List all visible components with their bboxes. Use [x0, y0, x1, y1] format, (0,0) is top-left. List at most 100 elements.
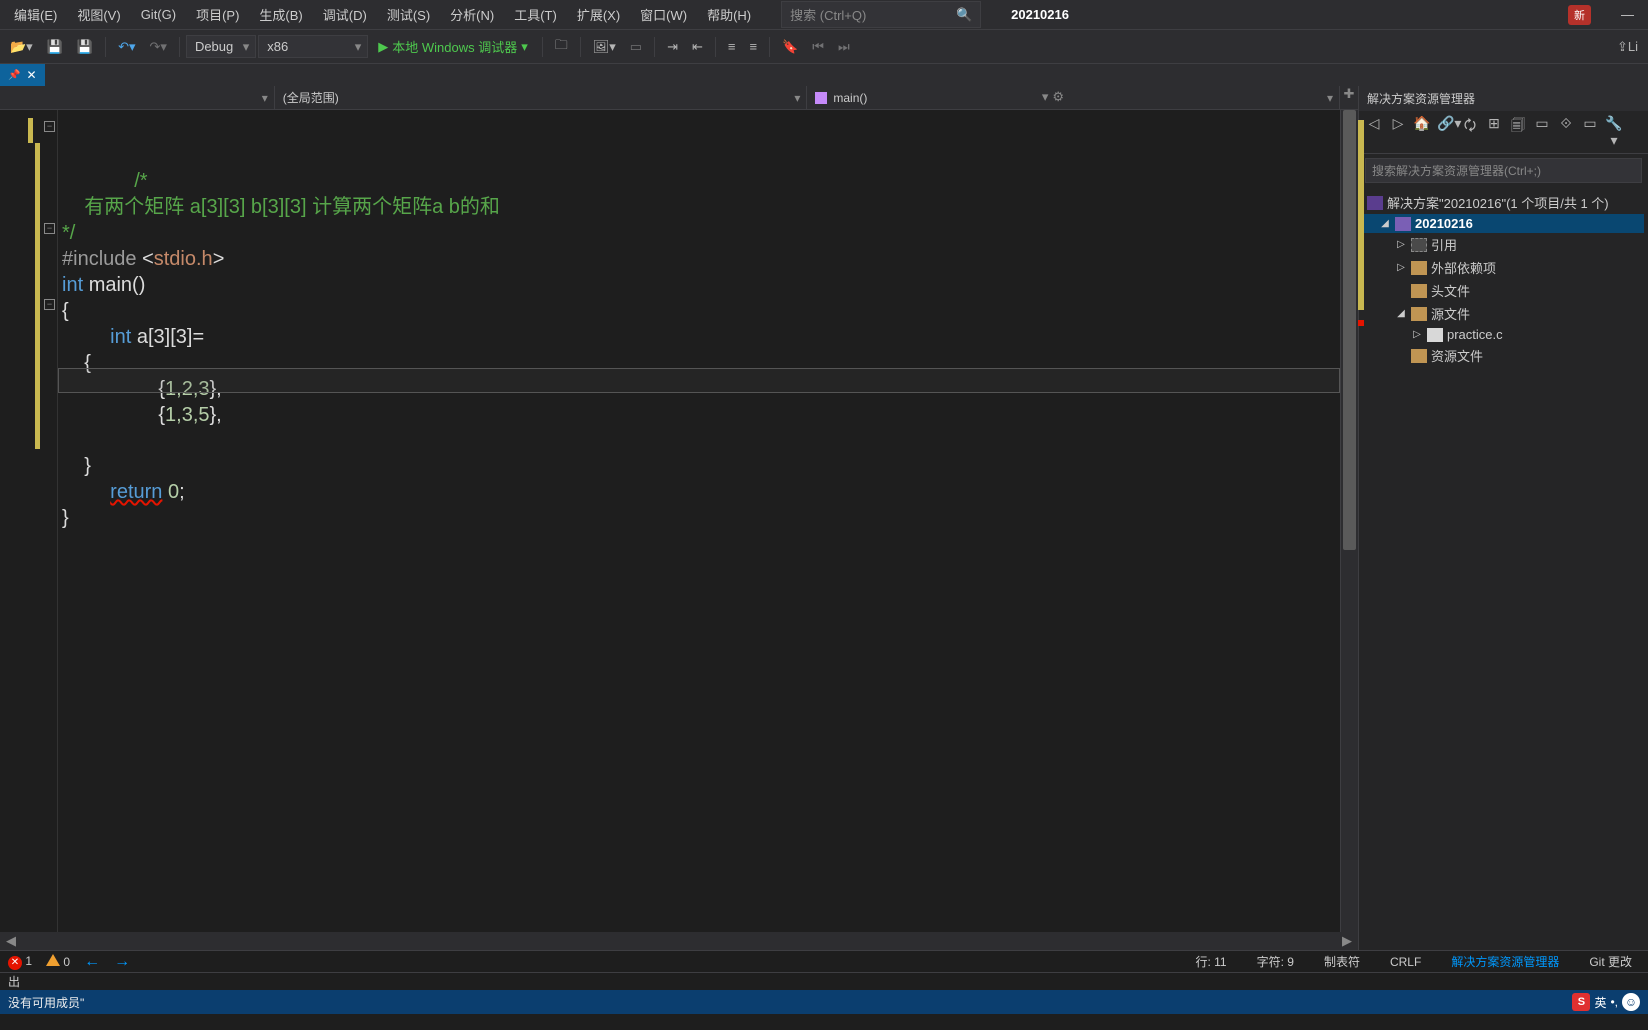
char-indicator[interactable]: 字符: 9 — [1249, 953, 1302, 970]
preview-icon[interactable]: ▭ — [1581, 115, 1599, 149]
solution-label: 解决方案"20210216"(1 个项目/共 1 个) — [1387, 193, 1609, 212]
prev-bookmark-button[interactable]: ⏮ — [806, 35, 830, 59]
fold-toggle[interactable]: − — [44, 299, 55, 310]
folder-icon — [1411, 349, 1427, 363]
ime-punct: •, — [1610, 995, 1618, 1009]
fold-toggle[interactable]: − — [44, 223, 55, 234]
menu-git[interactable]: Git(G) — [131, 3, 186, 26]
output-panel-header[interactable]: 出 — [0, 972, 1648, 990]
platform-combo[interactable]: x86 — [258, 35, 368, 58]
source-file-item[interactable]: ▷ practice.c — [1363, 325, 1644, 344]
nav-forward-button[interactable]: → — [114, 953, 130, 971]
project-node[interactable]: ◢ 20210216 — [1363, 214, 1644, 233]
lineending-indicator[interactable]: CRLF — [1382, 955, 1429, 969]
bookmark-button[interactable]: 🔖 — [776, 35, 804, 59]
header-files-node[interactable]: ▷ 头文件 — [1363, 279, 1644, 302]
node-label: 外部依赖项 — [1431, 258, 1496, 277]
menu-project[interactable]: 项目(P) — [186, 1, 249, 28]
configuration-combo[interactable]: Debug — [186, 35, 256, 58]
code-editor[interactable]: /* 有两个矩阵 a[3][3] b[3][3] 计算两个矩阵a b的和 */ … — [58, 110, 1340, 932]
collapse-icon[interactable]: ▭ — [1533, 115, 1551, 149]
minimize-icon[interactable]: — — [1621, 7, 1634, 22]
menu-test[interactable]: 测试(S) — [377, 1, 440, 28]
change-marker — [28, 118, 33, 143]
nav-member-combo[interactable]: main() — [807, 86, 1340, 109]
external-deps-node[interactable]: ▷ 外部依赖项 — [1363, 256, 1644, 279]
next-bookmark-button[interactable]: ⏭ — [832, 35, 856, 59]
menu-help[interactable]: 帮助(H) — [697, 1, 761, 28]
start-debug-button[interactable]: ▶ 本地 Windows 调试器 ▾ — [370, 34, 536, 59]
project-label: 20210216 — [1415, 216, 1473, 231]
refresh-icon[interactable]: 🗘 — [1461, 115, 1479, 149]
resource-files-node[interactable]: ▷ 资源文件 — [1363, 344, 1644, 367]
file-tab-active[interactable]: 📌 ✕ — [0, 64, 45, 86]
navigation-bar: (全局范围) main() ✚ — [0, 86, 1358, 110]
tool-btn-1[interactable]: 🗀 — [549, 32, 574, 62]
menu-edit[interactable]: 编辑(E) — [4, 1, 67, 28]
nav-back-button[interactable]: ← — [84, 953, 100, 971]
warning-count[interactable]: 0 — [46, 954, 70, 969]
scroll-right-icon[interactable]: ▶ — [1336, 933, 1358, 949]
solution-node[interactable]: 解决方案"20210216"(1 个项目/共 1 个) — [1363, 191, 1644, 214]
global-search-input[interactable]: 搜索 (Ctrl+Q) 🔍 — [781, 1, 981, 28]
expand-icon[interactable]: ◢ — [1379, 218, 1391, 229]
expand-icon[interactable]: ▷ — [1411, 329, 1423, 340]
solution-explorer: 解决方案资源管理器 ◁ ▷ 🏠 🔗▾ 🗘 ⊞ 🗐 ▭ ⟐ ▭ 🔧▾ 搜索解决方案… — [1358, 86, 1648, 950]
line-indicator[interactable]: 行: 11 — [1187, 953, 1234, 970]
nav-project-combo[interactable] — [0, 86, 275, 109]
menu-debug[interactable]: 调试(D) — [313, 1, 377, 28]
show-all-icon[interactable]: 🗐 — [1509, 115, 1527, 149]
menu-tools[interactable]: 工具(T) — [504, 1, 567, 28]
menu-extensions[interactable]: 扩展(X) — [567, 1, 630, 28]
tool-btn-3[interactable]: ▭ — [624, 35, 648, 59]
scroll-left-icon[interactable]: ◀ — [0, 933, 22, 949]
indent-indicator[interactable]: 制表符 — [1316, 953, 1368, 970]
undo-button[interactable]: ↶▾ — [112, 35, 141, 59]
error-count[interactable]: ✕ 1 — [8, 954, 32, 970]
tool-btn-2[interactable]: 🖼▾ — [587, 35, 622, 59]
menu-window[interactable]: 窗口(W) — [630, 1, 697, 28]
vertical-scrollbar[interactable] — [1340, 110, 1358, 932]
ime-indicator[interactable]: S 英 •, ☺ — [1572, 993, 1640, 1011]
error-status-bar: ✕ 1 0 ← → 行: 11 字符: 9 制表符 CRLF 解决方案资源管理器… — [0, 950, 1648, 972]
home-icon[interactable]: 🏠 — [1413, 115, 1431, 149]
ime-smiley-icon: ☺ — [1622, 993, 1640, 1011]
new-badge[interactable]: 新 — [1568, 5, 1591, 25]
comment-button[interactable]: ≡ — [722, 35, 742, 58]
scrollbar-thumb[interactable] — [1343, 110, 1356, 550]
close-tab-icon[interactable]: ✕ — [26, 68, 36, 82]
back-icon[interactable]: ◁ — [1365, 115, 1383, 149]
solution-explorer-tab[interactable]: 解决方案资源管理器 — [1443, 953, 1567, 970]
dropdown-icon: ▾ — [521, 39, 528, 55]
source-files-node[interactable]: ◢ 源文件 — [1363, 302, 1644, 325]
indent-button[interactable]: ⇥ — [661, 35, 684, 59]
nav-scope-combo[interactable]: (全局范围) — [275, 86, 808, 109]
split-editor-button[interactable]: ✚ — [1340, 86, 1358, 109]
filter-icon[interactable]: ⊞ — [1485, 115, 1503, 149]
wrench-icon[interactable]: 🔧▾ — [1605, 115, 1623, 149]
pin-icon[interactable]: 📌 — [8, 70, 20, 81]
forward-icon[interactable]: ▷ — [1389, 115, 1407, 149]
uncomment-button[interactable]: ≡ — [744, 35, 764, 58]
redo-button[interactable]: ↷▾ — [144, 35, 173, 59]
references-node[interactable]: ▷ 引用 — [1363, 233, 1644, 256]
git-changes-tab[interactable]: Git 更改 — [1581, 953, 1640, 970]
menu-view[interactable]: 视图(V) — [67, 1, 130, 28]
save-button[interactable]: 💾 — [41, 35, 69, 59]
fold-toggle[interactable]: − — [44, 121, 55, 132]
separator — [179, 37, 180, 57]
menu-analyze[interactable]: 分析(N) — [440, 1, 504, 28]
expand-icon[interactable]: ◢ — [1395, 308, 1407, 319]
expand-icon[interactable]: ▷ — [1395, 239, 1407, 250]
expand-icon[interactable]: ▷ — [1395, 262, 1407, 273]
properties-icon[interactable]: ⟐ — [1557, 115, 1575, 149]
sync-icon[interactable]: 🔗▾ — [1437, 115, 1455, 149]
references-icon — [1411, 238, 1427, 252]
open-file-button[interactable]: 📂▾ — [4, 35, 39, 59]
save-all-button[interactable]: 💾 — [71, 35, 99, 59]
solution-search-input[interactable]: 搜索解决方案资源管理器(Ctrl+;) — [1365, 158, 1642, 183]
horizontal-scrollbar[interactable] — [24, 934, 1334, 948]
outdent-button[interactable]: ⇤ — [686, 35, 709, 59]
menu-build[interactable]: 生成(B) — [249, 1, 312, 28]
live-share-button[interactable]: ⇪ Li — [1611, 35, 1644, 59]
